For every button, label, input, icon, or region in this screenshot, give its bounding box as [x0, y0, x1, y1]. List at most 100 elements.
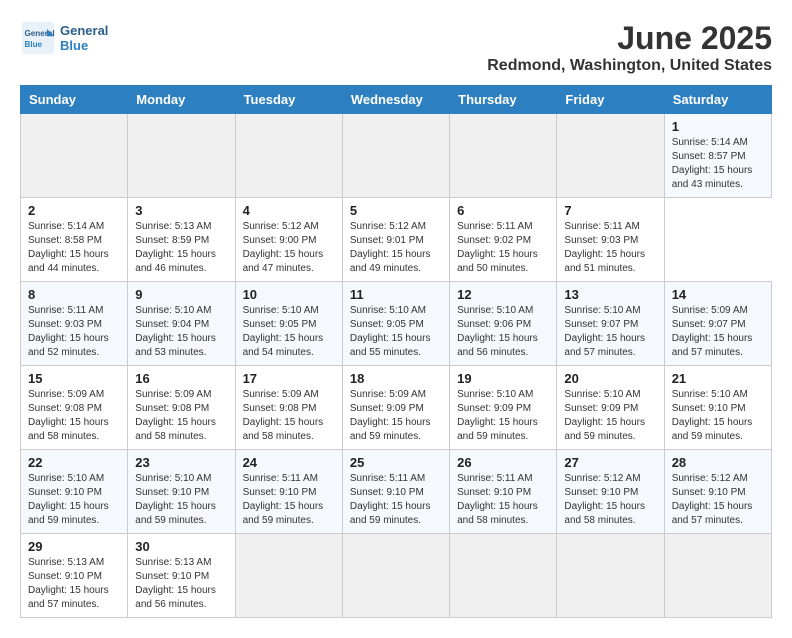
day-number: 21	[672, 371, 764, 386]
calendar-cell: 28 Sunrise: 5:12 AMSunset: 9:10 PMDayligh…	[664, 450, 771, 534]
svg-text:Blue: Blue	[25, 40, 43, 49]
day-info: Sunrise: 5:10 AMSunset: 9:09 PMDaylight:…	[457, 388, 549, 444]
calendar-subtitle: Redmond, Washington, United States	[487, 57, 772, 75]
empty-cell	[235, 114, 342, 198]
day-number: 20	[564, 371, 656, 386]
day-info: Sunrise: 5:09 AMSunset: 9:08 PMDaylight:…	[243, 388, 335, 444]
day-info: Sunrise: 5:13 AMSunset: 8:59 PMDaylight:…	[135, 220, 227, 276]
day-number: 24	[243, 455, 335, 470]
calendar-cell: 27Sunrise: 5:12 AMSunset: 9:10 PMDayligh…	[557, 450, 664, 534]
calendar-cell: 1Sunrise: 5:14 AMSunset: 8:57 PMDaylight…	[664, 114, 771, 198]
calendar-cell: 17 Sunrise: 5:09 AMSunset: 9:08 PMDayligh…	[235, 366, 342, 450]
day-info: Sunrise: 5:11 AMSunset: 9:03 PMDaylight:…	[564, 220, 656, 276]
day-number: 22	[28, 455, 120, 470]
header-day-tuesday: Tuesday	[235, 86, 342, 114]
day-info: Sunrise: 5:12 AMSunset: 9:10 PMDaylight:…	[672, 472, 764, 528]
day-number: 16	[135, 371, 227, 386]
day-info: Sunrise: 5:10 AMSunset: 9:10 PMDaylight:…	[135, 472, 227, 528]
calendar-cell: 23Sunrise: 5:10 AMSunset: 9:10 PMDayligh…	[128, 450, 235, 534]
empty-cell	[21, 114, 128, 198]
day-number: 10	[243, 287, 335, 302]
calendar-cell: 10 Sunrise: 5:10 AMSunset: 9:05 PMDayligh…	[235, 282, 342, 366]
day-number: 30	[135, 539, 227, 554]
header-day-monday: Monday	[128, 86, 235, 114]
logo-general: General	[60, 23, 108, 38]
day-number: 8	[28, 287, 120, 302]
day-info: Sunrise: 5:11 AMSunset: 9:10 PMDaylight:…	[243, 472, 335, 528]
title-area: June 2025 Redmond, Washington, United St…	[487, 20, 772, 75]
calendar-table: SundayMondayTuesdayWednesdayThursdayFrid…	[20, 85, 772, 618]
day-info: Sunrise: 5:10 AMSunset: 9:06 PMDaylight:…	[457, 304, 549, 360]
calendar-cell: 18Sunrise: 5:09 AMSunset: 9:09 PMDayligh…	[342, 366, 449, 450]
day-number: 13	[564, 287, 656, 302]
day-info: Sunrise: 5:11 AMSunset: 9:10 PMDaylight:…	[350, 472, 442, 528]
day-info: Sunrise: 5:11 AMSunset: 9:02 PMDaylight:…	[457, 220, 549, 276]
page-header: General Blue General Blue June 2025 Redm…	[20, 20, 772, 75]
calendar-title: June 2025	[487, 20, 772, 57]
day-number: 26	[457, 455, 549, 470]
calendar-cell: 8 Sunrise: 5:11 AMSunset: 9:03 PMDaylight…	[21, 282, 128, 366]
day-number: 3	[135, 203, 227, 218]
day-info: Sunrise: 5:11 AMSunset: 9:10 PMDaylight:…	[457, 472, 549, 528]
logo-blue: Blue	[60, 38, 108, 53]
day-info: Sunrise: 5:10 AMSunset: 9:04 PMDaylight:…	[135, 304, 227, 360]
day-info: Sunrise: 5:10 AMSunset: 9:09 PMDaylight:…	[564, 388, 656, 444]
header-day-wednesday: Wednesday	[342, 86, 449, 114]
empty-cell	[450, 114, 557, 198]
day-info: Sunrise: 5:09 AMSunset: 9:08 PMDaylight:…	[135, 388, 227, 444]
header-day-saturday: Saturday	[664, 86, 771, 114]
day-number: 7	[564, 203, 656, 218]
calendar-cell: 24 Sunrise: 5:11 AMSunset: 9:10 PMDayligh…	[235, 450, 342, 534]
calendar-cell: 21 Sunrise: 5:10 AMSunset: 9:10 PMDayligh…	[664, 366, 771, 450]
day-info: Sunrise: 5:10 AMSunset: 9:10 PMDaylight:…	[672, 388, 764, 444]
calendar-cell	[235, 534, 342, 618]
day-number: 15	[28, 371, 120, 386]
calendar-cell: 22 Sunrise: 5:10 AMSunset: 9:10 PMDayligh…	[21, 450, 128, 534]
day-number: 4	[243, 203, 335, 218]
day-info: Sunrise: 5:10 AMSunset: 9:05 PMDaylight:…	[243, 304, 335, 360]
calendar-cell: 5Sunrise: 5:12 AMSunset: 9:01 PMDaylight…	[342, 198, 449, 282]
day-number: 2	[28, 203, 120, 218]
calendar-week-row: 15 Sunrise: 5:09 AMSunset: 9:08 PMDayligh…	[21, 366, 772, 450]
day-info: Sunrise: 5:09 AMSunset: 9:07 PMDaylight:…	[672, 304, 764, 360]
day-info: Sunrise: 5:11 AMSunset: 9:03 PMDaylight:…	[28, 304, 120, 360]
empty-cell	[557, 114, 664, 198]
day-number: 14	[672, 287, 764, 302]
day-number: 17	[243, 371, 335, 386]
calendar-cell: 7 Sunrise: 5:11 AMSunset: 9:03 PMDaylight…	[557, 198, 664, 282]
logo-icon: General Blue	[20, 20, 56, 56]
calendar-cell: 26 Sunrise: 5:11 AMSunset: 9:10 PMDayligh…	[450, 450, 557, 534]
calendar-week-row: 1Sunrise: 5:14 AMSunset: 8:57 PMDaylight…	[21, 114, 772, 198]
calendar-cell: 11 Sunrise: 5:10 AMSunset: 9:05 PMDayligh…	[342, 282, 449, 366]
calendar-cell: 3 Sunrise: 5:13 AMSunset: 8:59 PMDaylight…	[128, 198, 235, 282]
calendar-cell: 15Sunrise: 5:09 AMSunset: 9:08 PMDayligh…	[21, 366, 128, 450]
calendar-cell: 30 Sunrise: 5:13 AMSunset: 9:10 PMDayligh…	[128, 534, 235, 618]
empty-cell	[342, 114, 449, 198]
day-number: 28	[672, 455, 764, 470]
header-day-friday: Friday	[557, 86, 664, 114]
day-info: Sunrise: 5:14 AMSunset: 8:58 PMDaylight:…	[28, 220, 120, 276]
day-number: 11	[350, 287, 442, 302]
day-info: Sunrise: 5:12 AMSunset: 9:10 PMDaylight:…	[564, 472, 656, 528]
header-day-sunday: Sunday	[21, 86, 128, 114]
day-info: Sunrise: 5:13 AMSunset: 9:10 PMDaylight:…	[135, 556, 227, 612]
calendar-cell: 6 Sunrise: 5:11 AMSunset: 9:02 PMDaylight…	[450, 198, 557, 282]
day-info: Sunrise: 5:10 AMSunset: 9:05 PMDaylight:…	[350, 304, 442, 360]
day-info: Sunrise: 5:13 AMSunset: 9:10 PMDaylight:…	[28, 556, 120, 612]
calendar-week-row: 8 Sunrise: 5:11 AMSunset: 9:03 PMDaylight…	[21, 282, 772, 366]
calendar-cell: 16 Sunrise: 5:09 AMSunset: 9:08 PMDayligh…	[128, 366, 235, 450]
day-number: 5	[350, 203, 442, 218]
calendar-cell: 12Sunrise: 5:10 AMSunset: 9:06 PMDayligh…	[450, 282, 557, 366]
day-info: Sunrise: 5:10 AMSunset: 9:10 PMDaylight:…	[28, 472, 120, 528]
day-number: 1	[672, 119, 764, 134]
calendar-cell: 29Sunrise: 5:13 AMSunset: 9:10 PMDayligh…	[21, 534, 128, 618]
day-number: 6	[457, 203, 549, 218]
calendar-cell: 14 Sunrise: 5:09 AMSunset: 9:07 PMDayligh…	[664, 282, 771, 366]
calendar-cell	[342, 534, 449, 618]
empty-cell	[128, 114, 235, 198]
calendar-cell: 2 Sunrise: 5:14 AMSunset: 8:58 PMDaylight…	[21, 198, 128, 282]
calendar-cell: 9Sunrise: 5:10 AMSunset: 9:04 PMDaylight…	[128, 282, 235, 366]
calendar-cell: 19Sunrise: 5:10 AMSunset: 9:09 PMDayligh…	[450, 366, 557, 450]
calendar-cell: 20 Sunrise: 5:10 AMSunset: 9:09 PMDayligh…	[557, 366, 664, 450]
calendar-cell	[557, 534, 664, 618]
